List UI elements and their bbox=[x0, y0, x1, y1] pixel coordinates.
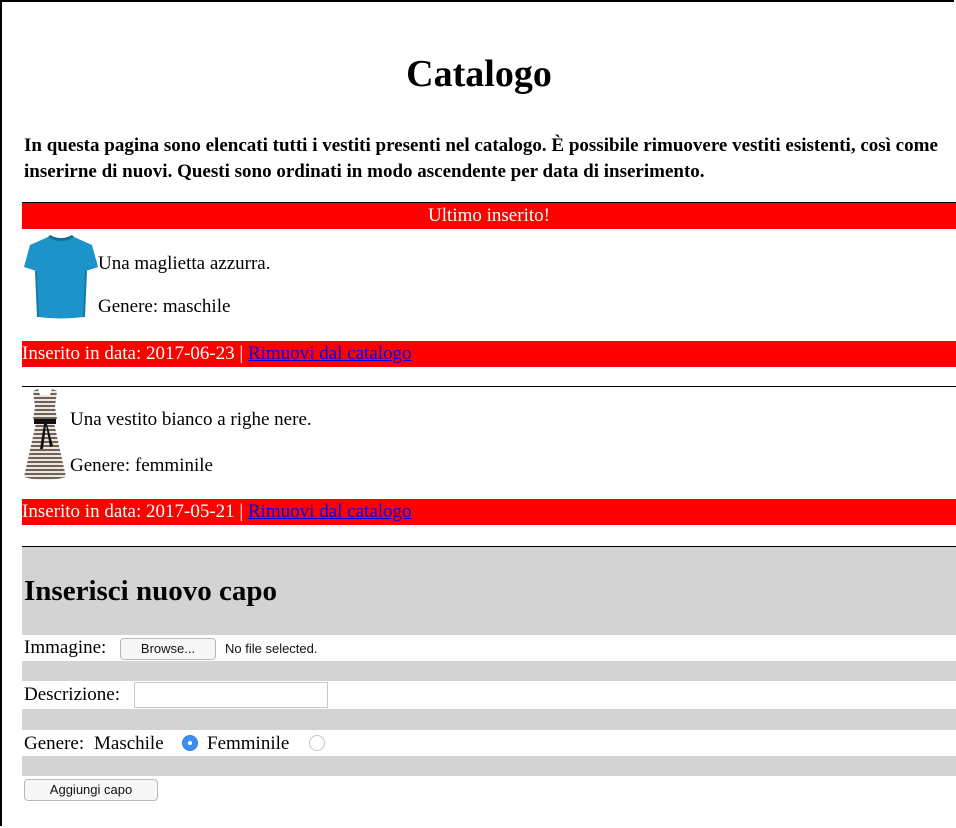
item-date: Inserito in data: 2017-05-21 | bbox=[22, 501, 244, 522]
latest-inserted-banner: Ultimo inserito! bbox=[22, 202, 956, 229]
gender-label: Genere: bbox=[24, 733, 85, 754]
page-intro: In questa pagina sono elencati tutti i v… bbox=[24, 135, 938, 182]
item-gender: Genere: maschile bbox=[98, 296, 231, 317]
item-date-bar: Inserito in data: 2017-06-23 | Rimuovi d… bbox=[22, 341, 956, 367]
add-item-button[interactable]: Aggiungi capo bbox=[24, 779, 158, 801]
browse-button[interactable]: Browse... bbox=[120, 638, 216, 660]
remove-from-catalog-link[interactable]: Rimuovi dal catalogo bbox=[248, 343, 412, 364]
description-label: Descrizione: bbox=[24, 684, 121, 705]
image-label: Immagine: bbox=[24, 637, 107, 658]
submit-row bbox=[22, 776, 956, 806]
female-radio[interactable] bbox=[309, 735, 325, 751]
female-label: Femminile bbox=[207, 733, 290, 754]
male-radio[interactable] bbox=[182, 735, 198, 751]
item-date-bar: Inserito in data: 2017-05-21 | Rimuovi d… bbox=[22, 499, 956, 525]
tshirt-image bbox=[24, 235, 98, 319]
remove-from-catalog-link[interactable]: Rimuovi dal catalogo bbox=[248, 501, 412, 522]
item-divider bbox=[22, 386, 956, 387]
form-title: Inserisci nuovo capo bbox=[24, 575, 277, 607]
description-input[interactable] bbox=[134, 682, 328, 708]
item-date: Inserito in data: 2017-06-23 | bbox=[22, 343, 244, 364]
male-label: Maschile bbox=[94, 733, 164, 754]
page-title: Catalogo bbox=[406, 53, 552, 95]
item-description: Una maglietta azzurra. bbox=[98, 253, 271, 274]
file-status: No file selected. bbox=[225, 641, 318, 656]
item-description: Una vestito bianco a righe nere. bbox=[70, 409, 312, 430]
dress-image bbox=[24, 389, 66, 480]
item-gender: Genere: femminile bbox=[70, 455, 213, 476]
